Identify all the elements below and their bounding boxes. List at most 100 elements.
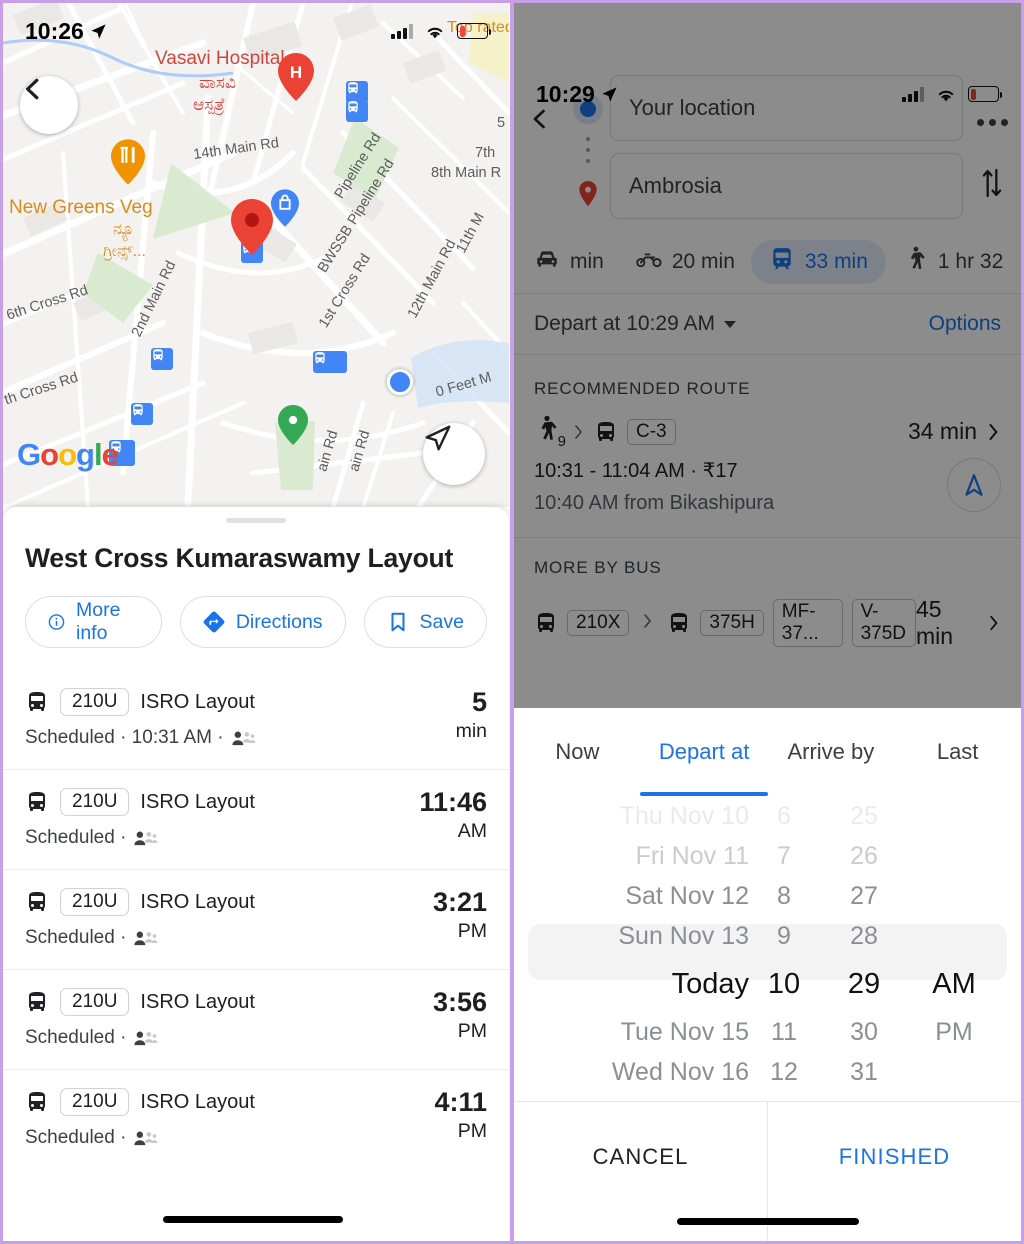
departure-headline: 210U ISRO Layout: [25, 988, 421, 1016]
bus-stop-marker-icon[interactable]: [313, 351, 347, 373]
start-navigation-button[interactable]: [947, 458, 1001, 512]
wheel-minute: 26: [850, 841, 878, 870]
route-departure-note: 10:40 AM from Bikashipura: [534, 492, 775, 514]
route-duration-group: 34 min: [908, 418, 1001, 445]
bus-route-badge: 210X: [567, 610, 630, 636]
bus-icon: [534, 611, 558, 635]
wheel-row[interactable]: Thu Nov 10 6 25: [514, 796, 1021, 836]
depart-at-button[interactable]: Depart at 10:29 AM: [534, 312, 736, 336]
section-divider: [514, 537, 1021, 538]
wifi-icon: [427, 27, 443, 38]
directions-input-bar: Your location Ambrosia: [514, 59, 1021, 231]
map-label: 8th Main R: [431, 165, 502, 181]
more-bus-duration: 45 min: [915, 596, 954, 649]
more-bus-legs: 210X 375H MF-37... V-375D: [534, 599, 916, 647]
table-row[interactable]: 210U ISRO Layout Scheduled · 10:31 AM · 5 m…: [3, 670, 509, 769]
wheel-row[interactable]: Wed Nov 16 12 31: [514, 1052, 1021, 1092]
bus-icon: [594, 420, 618, 444]
departure-headline: 210U ISRO Layout: [25, 888, 421, 916]
travel-mode-car[interactable]: min: [518, 246, 620, 278]
travel-mode-motorcycle[interactable]: 20 min: [620, 246, 751, 278]
status-bar-indicators: [902, 86, 1002, 103]
car-icon: [534, 246, 560, 278]
wheel-date: Sat Nov 12: [625, 881, 749, 910]
departure-headline: 210U ISRO Layout: [25, 788, 411, 816]
status-bar: 10:29: [514, 59, 1021, 129]
mode-label: 20 min: [671, 250, 735, 273]
route-badge: 210U: [60, 888, 130, 916]
walking-icon: [541, 415, 557, 440]
travel-mode-walking[interactable]: 1 hr 32: [886, 246, 1019, 278]
tab-now[interactable]: Now: [514, 708, 641, 796]
directions-button[interactable]: Directions: [179, 596, 346, 648]
table-row[interactable]: 210U ISRO Layout Scheduled · 3:21 PM: [3, 869, 509, 969]
wheel-row[interactable]: Thu Nov 17132: [514, 1092, 1021, 1096]
wheel-minute: 28: [850, 921, 878, 950]
bus-stop-marker-icon[interactable]: [131, 403, 153, 425]
home-indicator: [676, 1218, 859, 1225]
save-button[interactable]: Save: [363, 596, 487, 648]
wheel-hour: 9: [777, 921, 791, 950]
departure-headline: 210U ISRO Layout: [25, 1088, 421, 1116]
departure-eta: 5 min: [421, 688, 487, 743]
transit-icon: [769, 246, 795, 278]
more-by-bus-row[interactable]: 210X 375H MF-37... V-375D 45 min: [514, 578, 1021, 650]
occupancy-icon: [134, 1131, 158, 1145]
departure-status: Scheduled · 10:31 AM ·: [25, 727, 421, 749]
travel-mode-transit[interactable]: 33 min: [750, 240, 886, 284]
tab-arrive-by[interactable]: Arrive by: [768, 708, 895, 796]
eta-unit: min: [455, 720, 487, 743]
chevron-down-icon: [723, 320, 736, 328]
departure-eta: 3:56 PM: [421, 988, 487, 1043]
departure-status: Scheduled ·: [25, 927, 421, 949]
wheel-row-selected[interactable]: Today 10 29 AM: [514, 956, 1021, 1012]
directions-back-button[interactable]: [514, 75, 566, 131]
directions-screen: 10:29 Your location Ambrosia min 20 min …: [514, 3, 1021, 1241]
dual-screenshot-container: Vasavi Hospital ವಾಸವಿ ಆಸ್ಪತ್ರೆ New Green…: [0, 0, 1024, 1244]
more-info-button[interactable]: More info: [25, 596, 162, 648]
back-chevron-icon: [533, 109, 545, 129]
wheel-row[interactable]: Fri Nov 11 7 26: [514, 836, 1021, 876]
travel-mode-rideshare[interactable]: [1019, 246, 1021, 278]
recommended-route-row[interactable]: 9 C-3 34 min: [514, 399, 1021, 450]
options-link[interactable]: Options: [929, 312, 1001, 336]
depart-time-row: Depart at 10:29 AM Options: [514, 293, 1021, 355]
route-endpoint-indicators: [566, 75, 610, 207]
wheel-minute: 27: [850, 881, 878, 910]
bus-stop-marker-icon[interactable]: [346, 100, 368, 122]
wheel-row[interactable]: Sun Nov 13 9 28: [514, 916, 1021, 956]
user-location-dot: [387, 369, 413, 395]
route-duration: 34 min: [907, 418, 977, 444]
left-screenshot-panel: Vasavi Hospital ವಾಸವಿ ಆಸ್ಪತ್ರೆ New Green…: [0, 0, 512, 1244]
back-chevron-icon: [25, 78, 39, 100]
table-row[interactable]: 210U ISRO Layout Scheduled · 3:56 PM: [3, 969, 509, 1069]
mode-label: 1 hr 32: [937, 250, 1004, 273]
swap-endpoints-icon[interactable]: [979, 126, 1005, 205]
table-row[interactable]: 210U ISRO Layout Scheduled · 11:46 AM: [3, 769, 509, 869]
departure-info: 210U ISRO Layout Scheduled ·: [25, 988, 421, 1049]
departure-info: 210U ISRO Layout Scheduled · 10:31 AM ·: [25, 688, 421, 749]
directions-label: Directions: [235, 610, 323, 633]
tab-depart-at[interactable]: Depart at: [641, 708, 768, 796]
more-options-icon[interactable]: [976, 75, 1008, 126]
map-label: New Greens Veg: [9, 197, 153, 218]
origin-input[interactable]: Your location: [610, 75, 963, 141]
my-location-button[interactable]: [423, 423, 485, 485]
navigation-arrow-icon: [602, 86, 617, 102]
directions-arrow-icon: [203, 611, 225, 633]
destination-input[interactable]: Ambrosia: [610, 153, 963, 219]
status-bar-indicators: [391, 23, 491, 40]
wheel-row[interactable]: Sat Nov 12 8 27: [514, 876, 1021, 916]
occupancy-icon: [134, 1031, 158, 1045]
datetime-wheel[interactable]: Thu Nov 10 6 25 Fri Nov 11 7 26 Sat Nov 12 8 27 S…: [514, 796, 1021, 1096]
table-row[interactable]: 210U ISRO Layout Scheduled · 4:11 PM: [3, 1069, 509, 1169]
tab-last[interactable]: Last: [894, 708, 1021, 796]
map-canvas[interactable]: Vasavi Hospital ವಾಸವಿ ಆಸ್ಪತ್ರೆ New Green…: [3, 3, 509, 507]
departure-info: 210U ISRO Layout Scheduled ·: [25, 888, 421, 949]
map-back-button[interactable]: [20, 76, 78, 134]
bus-stop-marker-icon[interactable]: [151, 348, 173, 370]
departure-status: Scheduled ·: [25, 827, 411, 849]
route-legs: 9 C-3: [534, 415, 676, 450]
wheel-row[interactable]: Tue Nov 15 11 30 PM: [514, 1012, 1021, 1052]
eta-unit: PM: [457, 1120, 487, 1143]
